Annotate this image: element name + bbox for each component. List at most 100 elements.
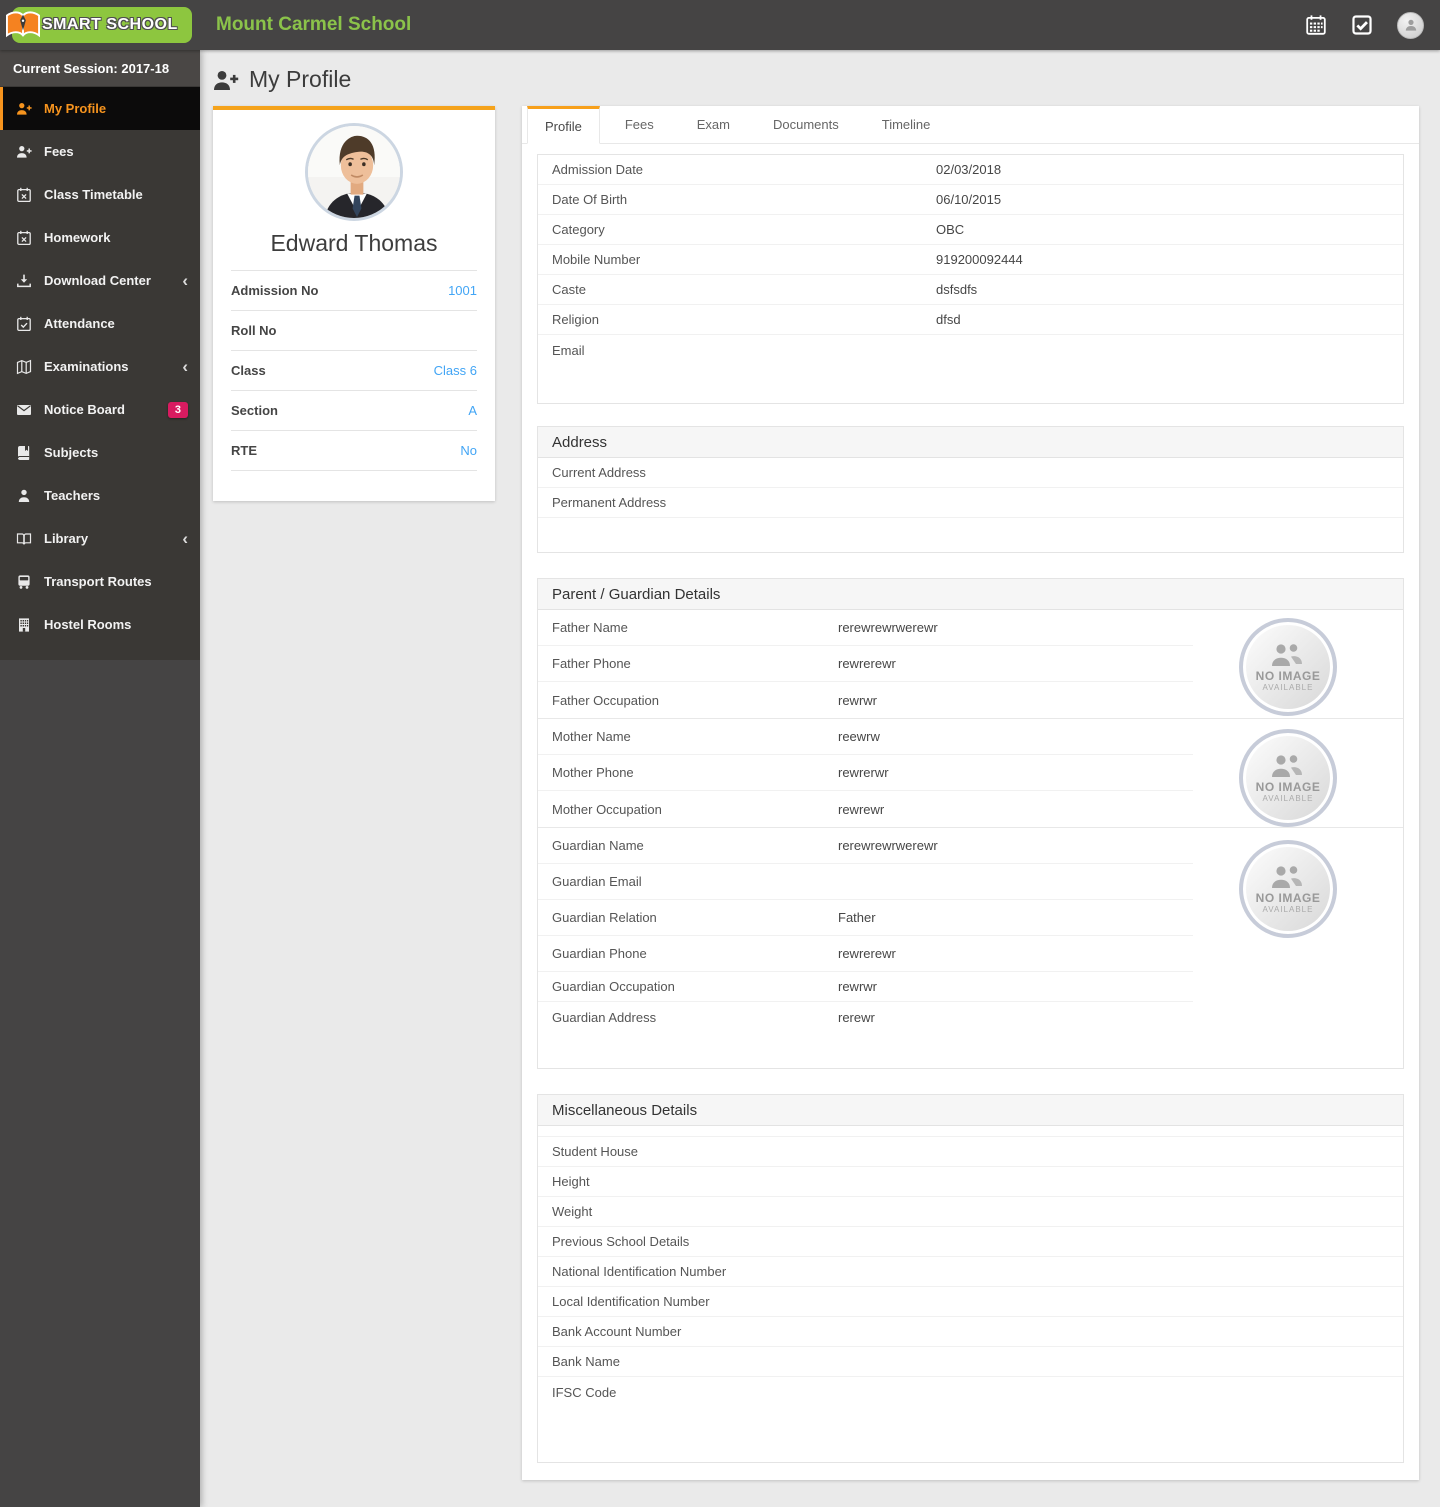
row-label: Student House	[552, 1144, 639, 1159]
table-row: Admission Date 02/03/2018	[538, 155, 1403, 185]
row-value: rewrerewr	[838, 656, 896, 671]
table-row: Current Address	[538, 458, 1403, 488]
table-row: Permanent Address	[538, 488, 1403, 518]
sidebar-item-label: My Profile	[44, 101, 107, 116]
table-row: Guardian Name rerewrewrwerewr	[538, 828, 1193, 864]
row-label: Permanent Address	[552, 495, 667, 510]
sidebar-item-subjects[interactable]: Subjects	[0, 431, 200, 474]
row-label: Mother Phone	[552, 765, 634, 780]
row-label: Caste	[552, 282, 586, 297]
table-row: Mobile Number 919200092444	[538, 245, 1403, 275]
row-label: Email	[552, 342, 585, 358]
no-image-text: NO IMAGE	[1255, 780, 1321, 794]
table-row: Student House	[538, 1137, 1403, 1167]
row-label: Religion	[552, 312, 599, 327]
row-value: rerewrewrwerewr	[838, 620, 938, 635]
tab-fees[interactable]: Fees	[607, 106, 672, 143]
table-row: Guardian Occupation rewrwr	[538, 972, 1193, 1002]
sidebar-item-my-profile[interactable]: My Profile	[0, 87, 200, 130]
row-label: National Identification Number	[552, 1264, 727, 1279]
calendar-x-icon	[16, 187, 32, 203]
sidebar-item-attendance[interactable]: Attendance	[0, 302, 200, 345]
student-name: Edward Thomas	[270, 230, 438, 256]
sidebar-item-notice-board[interactable]: Notice Board 3	[0, 388, 200, 431]
table-row: Bank Account Number	[538, 1317, 1403, 1347]
sidebar-item-label: Subjects	[44, 445, 99, 460]
field-value: A	[468, 403, 477, 418]
calendar-check-icon	[16, 316, 32, 332]
envelope-icon	[16, 402, 32, 418]
chevron-left-icon: ‹	[182, 529, 188, 548]
sidebar-item-library[interactable]: Library ‹	[0, 517, 200, 560]
sidebar-item-label: Attendance	[44, 316, 115, 331]
sidebar-item-label: Notice Board	[44, 402, 125, 417]
table-row: Guardian Relation Father	[538, 900, 1193, 936]
tab-timeline[interactable]: Timeline	[864, 106, 949, 143]
calendar-x-icon	[16, 230, 32, 246]
user-plus-icon	[16, 101, 32, 117]
sidebar-item-teachers[interactable]: Teachers	[0, 474, 200, 517]
row-label: Mother Name	[552, 729, 631, 744]
misc-section: Miscellaneous Details Student House Heig…	[537, 1094, 1404, 1463]
bus-icon	[16, 574, 32, 590]
table-row: Weight	[538, 1197, 1403, 1227]
row-label: Bank Name	[552, 1354, 620, 1369]
people-icon	[1272, 866, 1302, 888]
row-value: rewrewr	[838, 801, 885, 817]
row-label: Previous School Details	[552, 1234, 690, 1249]
row-label: Father Name	[552, 620, 628, 635]
card-row-roll-no: Roll No	[231, 311, 477, 351]
logo-text: SMART SCHOOL	[42, 16, 178, 33]
row-label: Father Phone	[552, 656, 631, 671]
sidebar-item-fees[interactable]: Fees	[0, 130, 200, 173]
profile-detail-panel: Profile Fees Exam Documents Timeline Adm…	[522, 106, 1419, 1480]
sidebar-item-label: Fees	[44, 144, 74, 159]
field-value: Class 6	[433, 363, 477, 378]
table-row: Local Identification Number	[538, 1287, 1403, 1317]
sidebar-item-examinations[interactable]: Examinations ‹	[0, 345, 200, 388]
sidebar-item-homework[interactable]: Homework	[0, 216, 200, 259]
school-name: Mount Carmel School	[216, 14, 412, 35]
row-label: Guardian Occupation	[552, 979, 675, 994]
row-label: Father Occupation	[552, 692, 659, 708]
user-avatar[interactable]	[1397, 11, 1424, 39]
field-value: No	[460, 443, 477, 458]
top-header: SMART SCHOOL Mount Carmel School	[0, 0, 1440, 50]
tasks-check-icon[interactable]	[1351, 14, 1373, 36]
building-icon	[16, 617, 32, 633]
field-label: Admission No	[231, 283, 319, 298]
table-row: Bank Name	[538, 1347, 1403, 1377]
sidebar-item-label: Hostel Rooms	[44, 617, 132, 632]
sidebar-item-label: Examinations	[44, 359, 129, 374]
table-row: Mother Occupation rewrewr	[538, 791, 1193, 827]
notice-count-badge: 3	[167, 401, 188, 418]
row-label: Weight	[552, 1204, 593, 1219]
table-row: Category OBC	[538, 215, 1403, 245]
table-row: Previous School Details	[538, 1227, 1403, 1257]
basic-details-section: Admission Date 02/03/2018 Date Of Birth 06…	[537, 154, 1404, 404]
tab-exam[interactable]: Exam	[679, 106, 748, 143]
table-row: Father Name rerewrewrwerewr	[538, 610, 1193, 646]
row-value: OBC	[936, 222, 965, 237]
row-label: Guardian Address	[552, 1009, 657, 1025]
row-label: Height	[552, 1174, 590, 1189]
row-value: rewrwr	[838, 692, 877, 708]
row-label: Guardian Email	[552, 874, 642, 889]
sidebar-item-download-center[interactable]: Download Center ‹	[0, 259, 200, 302]
sidebar-item-transport-routes[interactable]: Transport Routes	[0, 560, 200, 603]
table-row: Father Phone rewrerewr	[538, 646, 1193, 682]
people-icon	[1272, 644, 1302, 666]
tab-profile[interactable]: Profile	[527, 106, 600, 144]
calendar-icon[interactable]	[1305, 14, 1327, 36]
field-value: 1001	[448, 283, 477, 298]
no-image-text: AVAILABLE	[1262, 794, 1314, 803]
app-logo[interactable]: SMART SCHOOL	[0, 7, 200, 43]
card-row-class: Class Class 6	[231, 351, 477, 391]
field-label: Roll No	[231, 323, 277, 338]
logo-badge: SMART SCHOOL	[5, 7, 192, 43]
sidebar-item-hostel-rooms[interactable]: Hostel Rooms	[0, 603, 200, 646]
address-section: Address Current Address Permanent Addres…	[537, 426, 1404, 553]
father-photo-placeholder: NO IMAGE AVAILABLE	[1239, 618, 1337, 716]
tab-documents[interactable]: Documents	[755, 106, 857, 143]
sidebar-item-class-timetable[interactable]: Class Timetable	[0, 173, 200, 216]
